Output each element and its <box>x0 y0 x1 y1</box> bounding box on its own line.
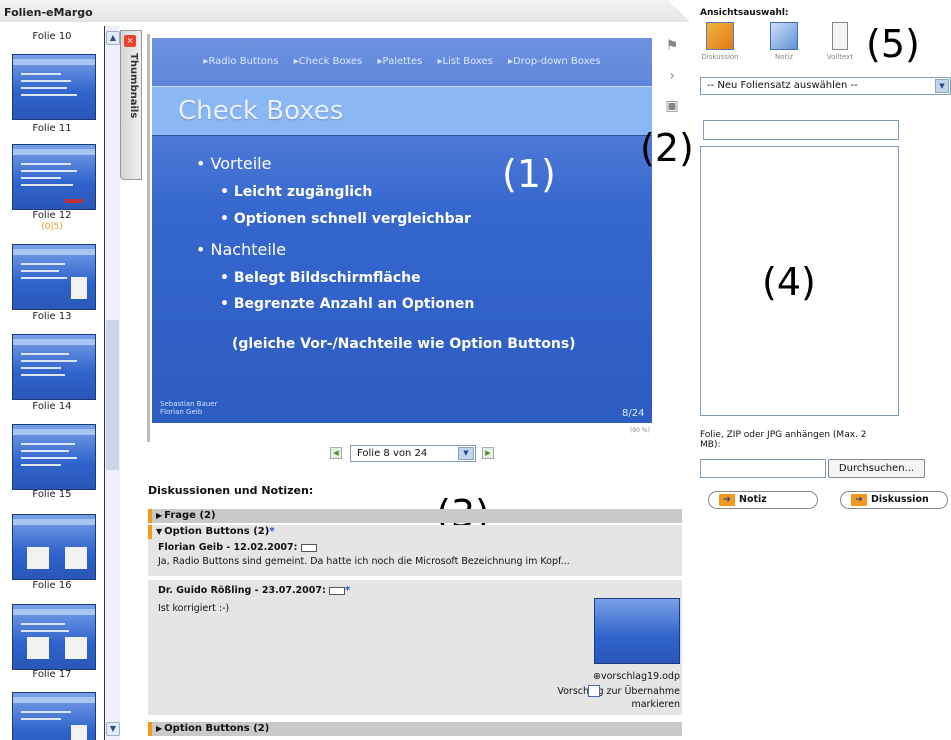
discussion-group[interactable]: ▶ Frage (2) <box>148 509 682 523</box>
collapse-icon: ▼ <box>156 527 163 536</box>
thumbnails-tab[interactable]: × Thumbnails <box>120 30 142 180</box>
thumbnail-label: Folie 10 <box>32 31 72 42</box>
attachment-preview[interactable] <box>594 598 680 664</box>
app-title-text: Folien-eMargo <box>4 6 93 19</box>
scroll-up-icon[interactable]: ▲ <box>106 31 120 45</box>
slide-view: ▸Radio Buttons ▸Check Boxes ▸Palettes ▸L… <box>152 38 652 423</box>
post-author: Dr. Guido Rößling - 23.07.2007: * <box>158 585 351 596</box>
suggest-label: Vorschlag zur Übernahme markieren <box>557 686 680 710</box>
slide-bullet: • Leicht zugänglich <box>220 184 373 200</box>
discussion-group-open[interactable]: ▼ Option Buttons (2)* <box>148 525 682 539</box>
chevron-down-icon[interactable]: ▼ <box>458 447 474 460</box>
thumbnail-slide-12[interactable] <box>12 144 96 210</box>
discussion-group[interactable]: ▶ Option Buttons (2) <box>148 722 682 736</box>
slide-nav-item: ▸List Boxes <box>437 56 493 67</box>
slide-tools: ⚑ › ▣ <box>660 38 688 128</box>
thumbnail-slide-15[interactable] <box>12 424 96 490</box>
post-author: Florian Geib - 12.02.2007: <box>158 542 317 553</box>
slide-title: Check Boxes <box>178 96 344 126</box>
arrow-right-icon: ➔ <box>851 494 867 506</box>
thumbnail-slide-18[interactable] <box>12 692 96 740</box>
chevron-down-icon[interactable]: ▼ <box>935 79 949 93</box>
divider <box>148 576 682 580</box>
thumbnail-label: Folie 13 <box>32 311 72 322</box>
slide-nav-item: ▸Radio Buttons <box>203 56 279 67</box>
view-selection-label: Ansichtsauswahl: <box>700 8 789 18</box>
suggest-checkbox[interactable] <box>588 685 600 697</box>
discussion-icon <box>706 22 734 50</box>
discussion-thread: ▼ Option Buttons (2)* Florian Geib - 12.0… <box>148 525 682 715</box>
mail-icon <box>329 586 346 595</box>
view-discussion-button[interactable]: Diskussion <box>700 22 740 64</box>
app-title: Folien-eMargo <box>0 0 690 22</box>
note-title-input[interactable] <box>703 120 899 140</box>
post-text: Ist korrigiert :-) <box>158 603 230 614</box>
thumbnail-slide-14[interactable] <box>12 334 96 400</box>
thumbnail-slide-11[interactable] <box>12 54 96 120</box>
thumbnail-slide-16[interactable] <box>12 514 96 580</box>
previous-slide-icon[interactable]: ◀ <box>330 447 342 459</box>
add-note-button[interactable]: ➔ Notiz <box>708 491 818 509</box>
scroll-down-icon[interactable]: ▼ <box>106 722 120 736</box>
slide-bullet: • Belegt Bildschirmfläche <box>220 270 421 286</box>
document-icon <box>832 22 848 50</box>
post-text: Ja, Radio Buttons sind gemeint. Da hatte… <box>158 556 570 567</box>
scrollbar-thumb[interactable] <box>106 320 119 470</box>
file-input[interactable] <box>700 459 826 478</box>
slide-nav-item: ▸Check Boxes <box>293 56 363 67</box>
slide-select[interactable]: Folie 8 von 24 ▼ <box>350 445 476 462</box>
next-slide-icon[interactable]: ▶ <box>482 447 494 459</box>
view-fulltext-button[interactable]: Volltext <box>820 22 860 64</box>
browse-button[interactable]: Durchsuchen... <box>828 459 925 478</box>
expand-icon: ▶ <box>156 724 163 733</box>
slide-bullet: • Nachteile <box>196 240 287 259</box>
slide-nav: ▸Radio Buttons ▸Check Boxes ▸Palettes ▸L… <box>152 56 652 76</box>
add-discussion-button[interactable]: ➔ Diskussion <box>840 491 948 509</box>
slide-bullet: • Optionen schnell vergleichbar <box>220 211 471 227</box>
pin-icon[interactable]: ⚑ <box>664 38 680 54</box>
thumbnail-slide-17[interactable] <box>12 604 96 670</box>
marker-1: (1) <box>502 152 556 196</box>
save-icon[interactable]: ▣ <box>664 98 680 114</box>
slide-note: (gleiche Vor-/Nachteile wie Option Butto… <box>232 336 576 352</box>
mail-icon <box>300 543 317 552</box>
slide-nav-item: ▸Drop-down Boxes <box>508 56 601 67</box>
thumbnail-list: Folie 10 Folie 11 Folie 12 (0|5) Folie 1… <box>0 26 104 740</box>
marker-4: (4) <box>762 260 816 304</box>
attachment-label: Folie, ZIP oder JPG anhängen (Max. 2 MB)… <box>700 430 867 450</box>
discussions-heading: Diskussionen und Notizen: <box>148 484 314 497</box>
thumbnail-label: Folie 16 <box>32 580 72 591</box>
thumbnail-label: Folie 11 <box>32 123 72 134</box>
thumbnail-label: Folie 14 <box>32 401 72 412</box>
expand-icon: ▶ <box>156 511 163 520</box>
chevron-right-icon[interactable]: › <box>664 68 680 84</box>
thumbnail-label: Folie 15 <box>32 489 72 500</box>
thumbnail-comment-count: (0|5) <box>41 222 63 232</box>
view-note-button[interactable]: Notiz <box>764 22 804 64</box>
thumbnail-label: Folie 12 <box>32 210 72 221</box>
slide-bullet: • Begrenzte Anzahl an Optionen <box>220 296 475 312</box>
thumbnail-slide-13[interactable] <box>12 244 96 310</box>
attachment-icon: ⊕ <box>593 671 601 682</box>
slide-nav-item: ▸Palettes <box>377 56 423 67</box>
slide-bullet: • Vorteile <box>196 154 272 173</box>
marker-5: (5) <box>866 22 920 66</box>
marker-2: (2) <box>640 126 694 170</box>
zoom-level: (90 %) <box>630 427 650 434</box>
thumbnails-tab-label: Thumbnails <box>128 53 139 119</box>
thumbnail-label: Folie 17 <box>32 669 72 680</box>
note-icon <box>770 22 798 50</box>
slide-footer: Sebastian Bauer Florian Geib <box>160 400 218 416</box>
close-icon[interactable]: × <box>124 35 136 47</box>
slide-page-number: 8/24 <box>622 408 645 419</box>
attachment-filename[interactable]: ⊕vorschlag19.odp <box>568 671 680 682</box>
slideset-select[interactable]: -- Neu Foliensatz auswählen -- ▼ <box>700 77 951 95</box>
arrow-right-icon: ➔ <box>719 494 735 506</box>
slide-title-bar: Check Boxes <box>152 86 652 136</box>
